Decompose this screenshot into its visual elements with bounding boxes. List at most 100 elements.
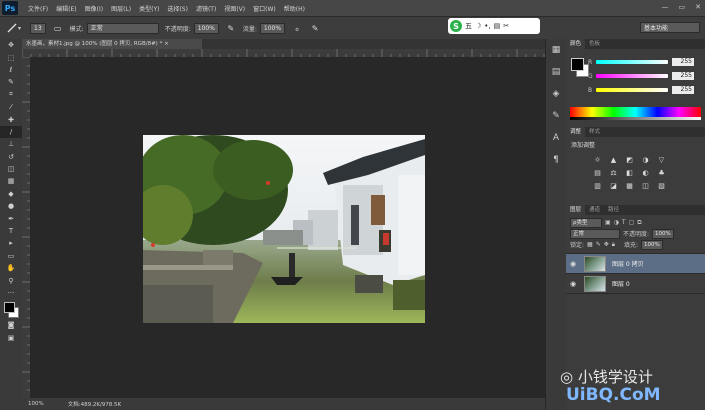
pressure-size-toggle[interactable]: ✎ [309,22,321,34]
color-balance-icon[interactable]: ⚖ [608,168,619,177]
marquee-tool-icon[interactable]: ⬚ [0,51,22,63]
menu-type[interactable]: 类型(Y) [135,4,163,13]
type-tool-icon[interactable]: T [0,225,22,237]
tab-layers[interactable]: 图层 [566,205,586,215]
levels-icon[interactable]: ▲ [608,155,619,164]
layer-name[interactable]: 图层 0 拷贝 [612,259,644,268]
document-tab-close-icon[interactable]: × [164,41,169,47]
blue-slider[interactable] [596,88,668,92]
menu-image[interactable]: 图像(I) [81,4,107,13]
history-panel-icon[interactable]: ▦ [546,39,566,61]
airbrush-toggle[interactable]: ℴ [291,22,303,34]
filter-pixel-icon[interactable]: ▣ [605,219,611,226]
ime-moon-icon[interactable]: ☽ [475,22,481,30]
clone-stamp-tool-icon[interactable]: ⊥ [0,138,22,150]
screen-mode-icon[interactable]: ▣ [0,332,22,344]
curves-icon[interactable]: ◩ [624,155,635,164]
maximize-button[interactable]: ▭ [679,3,686,11]
layer-row[interactable]: ◉ 图层 0 [566,274,705,294]
more-tools-icon[interactable]: ··· [0,287,22,299]
menu-filter[interactable]: 滤镜(T) [192,4,220,13]
pressure-opacity-toggle[interactable]: ✎ [225,22,237,34]
properties-panel-icon[interactable]: ▤ [546,61,566,83]
tab-paths[interactable]: 路径 [604,205,623,215]
eyedropper-tool-icon[interactable]: ⁄ [0,101,22,113]
tab-swatches[interactable]: 色板 [585,39,604,49]
crop-tool-icon[interactable]: ⌗ [0,89,22,101]
workspace-select[interactable]: 基本功能 [640,22,700,33]
invert-icon[interactable]: ▥ [592,181,603,190]
green-value-input[interactable]: 255 [672,72,694,80]
ime-punctuation-icon[interactable]: •, [484,22,490,30]
blue-value-input[interactable]: 255 [672,86,694,94]
history-brush-tool-icon[interactable]: ↺ [0,151,22,163]
paragraph-panel-icon[interactable]: ¶ [546,149,566,171]
brush-panel-icon[interactable]: ✎ [546,105,566,127]
document-image[interactable] [133,135,425,323]
gradient-tool-icon[interactable]: ▦ [0,175,22,187]
filter-adjust-icon[interactable]: ◑ [614,219,619,226]
move-tool-icon[interactable]: ✥ [0,39,22,51]
tab-color[interactable]: 颜色 [566,39,586,49]
ime-tools-icon[interactable]: ✂ [503,22,509,30]
lock-all-icon[interactable]: 🔒︎ [612,241,615,249]
threshold-icon[interactable]: ▦ [624,181,635,190]
mode-select[interactable]: 正常 [86,22,159,34]
tool-preset-picker[interactable]: ▾ [6,22,21,34]
menu-file[interactable]: 文件(F) [24,4,52,13]
layer-opacity-input[interactable]: 100% [652,228,674,239]
hue-saturation-icon[interactable]: ▤ [592,168,603,177]
pen-tool-icon[interactable]: ✒ [0,212,22,224]
ime-keyboard-icon[interactable]: ▤ [494,22,501,30]
flow-input[interactable]: 100% [259,22,286,34]
ime-wubi-mode[interactable]: 五 [465,21,472,31]
quick-select-tool-icon[interactable]: ✎ [0,76,22,88]
filter-shape-icon[interactable]: ▢ [629,219,635,226]
zoom-tool-icon[interactable]: ⚲ [0,274,22,286]
dodge-tool-icon[interactable]: ● [0,200,22,212]
healing-brush-tool-icon[interactable]: ✚ [0,113,22,125]
blend-mode-select[interactable]: 正常 [570,228,620,239]
black-white-icon[interactable]: ◧ [624,168,635,177]
lock-position-icon[interactable]: ✥ [604,241,609,248]
filter-smart-icon[interactable]: ⧉ [637,219,641,227]
filter-type-icon[interactable]: T [622,219,626,226]
menu-help[interactable]: 帮助(H) [280,4,309,13]
shape-tool-icon[interactable]: ▭ [0,250,22,262]
channel-mixer-icon[interactable]: ♣ [656,168,667,177]
lock-transparent-icon[interactable]: ▦ [587,241,593,248]
brush-tool-icon[interactable]: / [0,125,22,139]
sogou-logo[interactable]: S [450,20,462,32]
menu-edit[interactable]: 编辑(E) [52,4,80,13]
brush-panel-toggle[interactable]: ▭ [52,22,64,34]
tab-channels[interactable]: 通道 [585,205,604,215]
menu-select[interactable]: 选择(S) [163,4,192,13]
document-tab[interactable]: 水墨画，素材1.jpg @ 100% (图层 0 拷贝, RGB/8#) * × [22,39,206,49]
hand-tool-icon[interactable]: ✋ [0,262,22,274]
layer-row[interactable]: ◉ 图层 0 拷贝 [566,254,705,274]
actions-panel-icon[interactable]: ◈ [546,83,566,105]
document-info[interactable]: 文档:489.2K/978.5K [68,400,121,408]
gradient-map-icon[interactable]: ◫ [640,181,651,190]
blur-tool-icon[interactable]: ◆ [0,188,22,200]
eye-icon[interactable]: ◉ [566,280,580,288]
opacity-input[interactable]: 100% [193,22,219,34]
zoom-level[interactable]: 100% [28,401,44,407]
color-swatches[interactable] [0,299,22,319]
lasso-tool-icon[interactable]: ℓ [0,64,22,76]
lock-pixels-icon[interactable]: ✎ [596,241,601,248]
menu-view[interactable]: 视图(V) [220,4,249,13]
layer-kind-filter[interactable]: ρ类型 [570,217,602,228]
photo-filter-icon[interactable]: ◐ [640,168,651,177]
quick-mask-icon[interactable]: ◙ [0,319,22,331]
path-select-tool-icon[interactable]: ▸ [0,237,22,249]
eye-icon[interactable]: ◉ [566,260,580,268]
menu-layer[interactable]: 图层(L) [107,4,135,13]
close-button[interactable]: ✕ [695,3,701,11]
tab-adjustments[interactable]: 调整 [566,127,586,137]
green-slider[interactable] [596,74,668,78]
vibrance-icon[interactable]: ▽ [656,155,667,164]
minimize-button[interactable]: — [662,3,669,11]
layer-name[interactable]: 图层 0 [612,279,630,288]
color-spectrum[interactable] [570,107,701,120]
